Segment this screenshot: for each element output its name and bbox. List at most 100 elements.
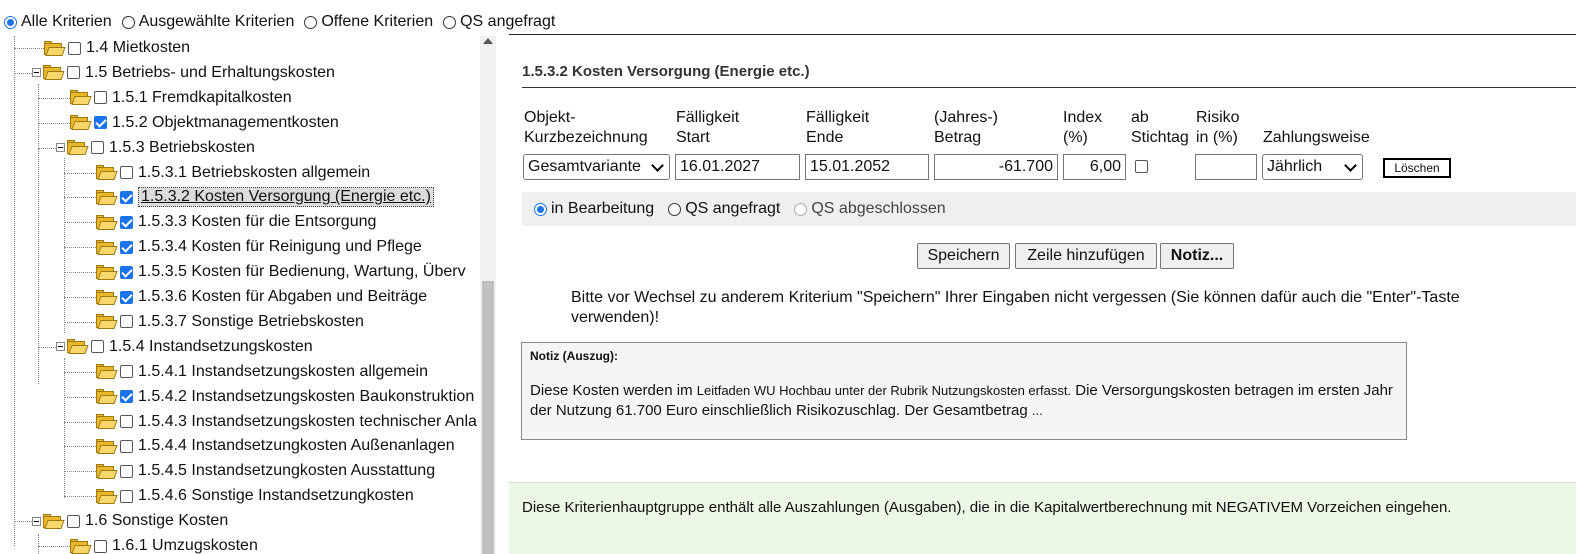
tree-node-label[interactable]: 1.5.3.1 Betriebskosten allgemein xyxy=(138,164,370,182)
save-button[interactable]: Speichern xyxy=(917,243,1010,269)
tree-node-checkbox[interactable] xyxy=(91,340,104,354)
collapse-icon[interactable] xyxy=(32,516,41,526)
tree-node-checkbox[interactable] xyxy=(94,91,107,105)
folder-open-icon xyxy=(67,339,89,355)
tree-node-checkbox[interactable] xyxy=(120,240,133,254)
status-qs-requested-label: QS angefragt xyxy=(685,200,781,217)
tree-node[interactable]: 1.5.3.1 Betriebskosten allgemein xyxy=(96,162,370,184)
tree-node-checkbox[interactable] xyxy=(120,415,133,428)
tree-node-checkbox[interactable] xyxy=(120,489,133,503)
tree-node-label[interactable]: 1.5.4.4 Instandsetzungkosten Außenanlage… xyxy=(138,437,455,455)
tree-node-checkbox[interactable] xyxy=(120,390,133,404)
tree-node[interactable]: 1.5.4.1 Instandsetzungskosten allgemein xyxy=(96,361,428,383)
stichtag-checkbox[interactable] xyxy=(1135,160,1148,173)
tree-node-checkbox[interactable] xyxy=(120,315,133,329)
tree-node[interactable]: 1.5.4.6 Sonstige Instandsetzungkosten xyxy=(96,485,414,507)
tree-node[interactable]: 1.5.3.7 Sonstige Betriebskosten xyxy=(96,311,364,333)
tree-node-checkbox[interactable] xyxy=(120,439,133,453)
tree-node-label[interactable]: 1.5.4 Instandsetzungskosten xyxy=(109,338,313,356)
tree-node[interactable]: 1.5.4 Instandsetzungskosten xyxy=(56,336,313,358)
tree-node-checkbox[interactable] xyxy=(120,265,133,279)
tree-node-checkbox[interactable] xyxy=(120,190,133,204)
tree-node-label[interactable]: 1.5.3.2 Kosten Versorgung (Energie etc.) xyxy=(138,187,434,208)
tree-node-label[interactable]: 1.5.4.2 Instandsetzungskosten Baukonstru… xyxy=(138,388,474,406)
tree-node[interactable]: 1.5.3.2 Kosten Versorgung (Energie etc.) xyxy=(96,186,434,208)
filter-selected[interactable]: Ausgewählte Kriterien xyxy=(121,13,294,31)
tree-node-label[interactable]: 1.5.4.1 Instandsetzungskosten allgemein xyxy=(138,363,428,381)
tree-node-checkbox[interactable] xyxy=(67,514,80,528)
filter-qs[interactable]: QS angefragt xyxy=(443,13,555,31)
tree-node-label[interactable]: 1.6 Sonstige Kosten xyxy=(85,512,228,530)
tree-node[interactable]: 1.5.4.3 Instandsetzungskosten technische… xyxy=(96,411,477,433)
tree-node[interactable]: 1.5.4.2 Instandsetzungskosten Baukonstru… xyxy=(96,386,474,408)
tree-node-label[interactable]: 1.5.4.6 Sonstige Instandsetzungkosten xyxy=(138,487,414,505)
add-row-button[interactable]: Zeile hinzufügen xyxy=(1015,243,1157,269)
tree-node-checkbox[interactable] xyxy=(120,215,133,229)
tree-node[interactable]: 1.5.4.4 Instandsetzungkosten Außenanlage… xyxy=(96,435,455,457)
tree-node-label[interactable]: 1.5.1 Fremdkapitalkosten xyxy=(112,89,292,107)
status-in-progress-radio[interactable] xyxy=(534,202,547,216)
delete-button[interactable]: Löschen xyxy=(1383,158,1451,178)
tree-node[interactable]: 1.4 Mietkosten xyxy=(44,37,190,59)
filter-qs-radio[interactable] xyxy=(443,15,457,29)
tree-node-label[interactable]: 1.5.2 Objektmanagementkosten xyxy=(112,114,339,132)
tree-node[interactable]: 1.6 Sonstige Kosten xyxy=(32,510,228,532)
filter-open-radio[interactable] xyxy=(304,15,318,29)
status-qs-requested-radio[interactable] xyxy=(668,202,682,216)
tree-node-label[interactable]: 1.5.3.6 Kosten für Abgaben und Beiträge xyxy=(138,288,427,306)
tree-node-label[interactable]: 1.6.1 Umzugskosten xyxy=(112,537,258,554)
filter-open[interactable]: Offene Kriterien xyxy=(304,13,433,31)
risk-input[interactable] xyxy=(1195,154,1257,180)
tree-node-checkbox[interactable] xyxy=(120,166,133,179)
folder-open-icon xyxy=(43,513,65,529)
tree-node-checkbox[interactable] xyxy=(94,116,107,130)
filter-all-radio[interactable] xyxy=(4,15,17,29)
collapse-icon[interactable] xyxy=(56,342,65,352)
tree-node[interactable]: 1.5.3.5 Kosten für Bedienung, Wartung, Ü… xyxy=(96,261,466,283)
status-qs-requested[interactable]: QS angefragt xyxy=(668,200,780,218)
tree-node[interactable]: 1.5.3 Betriebskosten xyxy=(56,137,255,159)
status-in-progress[interactable]: in Bearbeitung xyxy=(534,200,654,218)
tree-node[interactable]: 1.5.1 Fremdkapitalkosten xyxy=(70,87,292,109)
scroll-thumb[interactable] xyxy=(482,281,494,554)
tree-node-label[interactable]: 1.5.3.4 Kosten für Reinigung und Pflege xyxy=(138,238,422,256)
tree-node[interactable]: 1.5.2 Objektmanagementkosten xyxy=(70,112,339,134)
tree-node-label[interactable]: 1.5 Betriebs- und Erhaltungskosten xyxy=(85,64,335,82)
index-input[interactable]: 6,00 xyxy=(1063,154,1126,180)
tree-node-label[interactable]: 1.5.3.7 Sonstige Betriebskosten xyxy=(138,313,364,331)
tree-node-checkbox[interactable] xyxy=(94,539,107,553)
tree-node-label[interactable]: 1.5.4.5 Instandsetzungkosten Ausstattung xyxy=(138,462,435,480)
tree-node[interactable]: 1.5.3.6 Kosten für Abgaben und Beiträge xyxy=(96,286,427,308)
chevron-down-icon xyxy=(1344,158,1357,172)
tree-scrollbar[interactable] xyxy=(480,36,496,554)
tree-node-checkbox[interactable] xyxy=(68,41,81,55)
collapse-icon[interactable] xyxy=(56,143,65,153)
tree-node[interactable]: 1.5.3.4 Kosten für Reinigung und Pflege xyxy=(96,236,422,258)
status-qs-done-label: QS abgeschlossen xyxy=(811,200,946,217)
tree-node-label[interactable]: 1.5.3 Betriebskosten xyxy=(109,139,255,157)
tree-node[interactable]: 1.5 Betriebs- und Erhaltungskosten xyxy=(32,62,335,84)
objekt-select[interactable]: Gesamtvariante xyxy=(523,154,670,180)
tree-node-checkbox[interactable] xyxy=(91,141,104,155)
filter-all[interactable]: Alle Kriterien xyxy=(4,13,112,31)
tree-node[interactable]: 1.5.4.5 Instandsetzungkosten Ausstattung xyxy=(96,460,435,482)
filter-selected-radio[interactable] xyxy=(121,15,135,29)
tree-node-label[interactable]: 1.5.3.3 Kosten für die Entsorgung xyxy=(138,213,376,231)
scroll-up-icon[interactable] xyxy=(483,38,493,44)
tree-node[interactable]: 1.5.3.3 Kosten für die Entsorgung xyxy=(96,211,376,233)
tree-node-checkbox[interactable] xyxy=(120,290,133,304)
tree-node[interactable]: 1.6.1 Umzugskosten xyxy=(70,535,258,554)
start-date-input[interactable]: 16.01.2027 xyxy=(675,154,800,180)
payment-select[interactable]: Jährlich xyxy=(1262,154,1363,180)
tree-node-checkbox[interactable] xyxy=(120,365,133,379)
tree-node-checkbox[interactable] xyxy=(67,66,80,80)
tree-node-checkbox[interactable] xyxy=(120,464,133,478)
tree-node-label[interactable]: 1.5.4.3 Instandsetzungskosten technische… xyxy=(138,413,477,431)
collapse-icon[interactable] xyxy=(32,68,41,78)
note-button[interactable]: Notiz... xyxy=(1160,243,1234,269)
end-date-input[interactable]: 15.01.2052 xyxy=(805,154,929,180)
tree-node-label[interactable]: 1.5.3.5 Kosten für Bedienung, Wartung, Ü… xyxy=(138,263,466,281)
tree-node-label[interactable]: 1.4 Mietkosten xyxy=(86,39,190,57)
amount-input[interactable]: -61.700 xyxy=(934,154,1058,180)
payment-value: Jährlich xyxy=(1267,158,1323,175)
